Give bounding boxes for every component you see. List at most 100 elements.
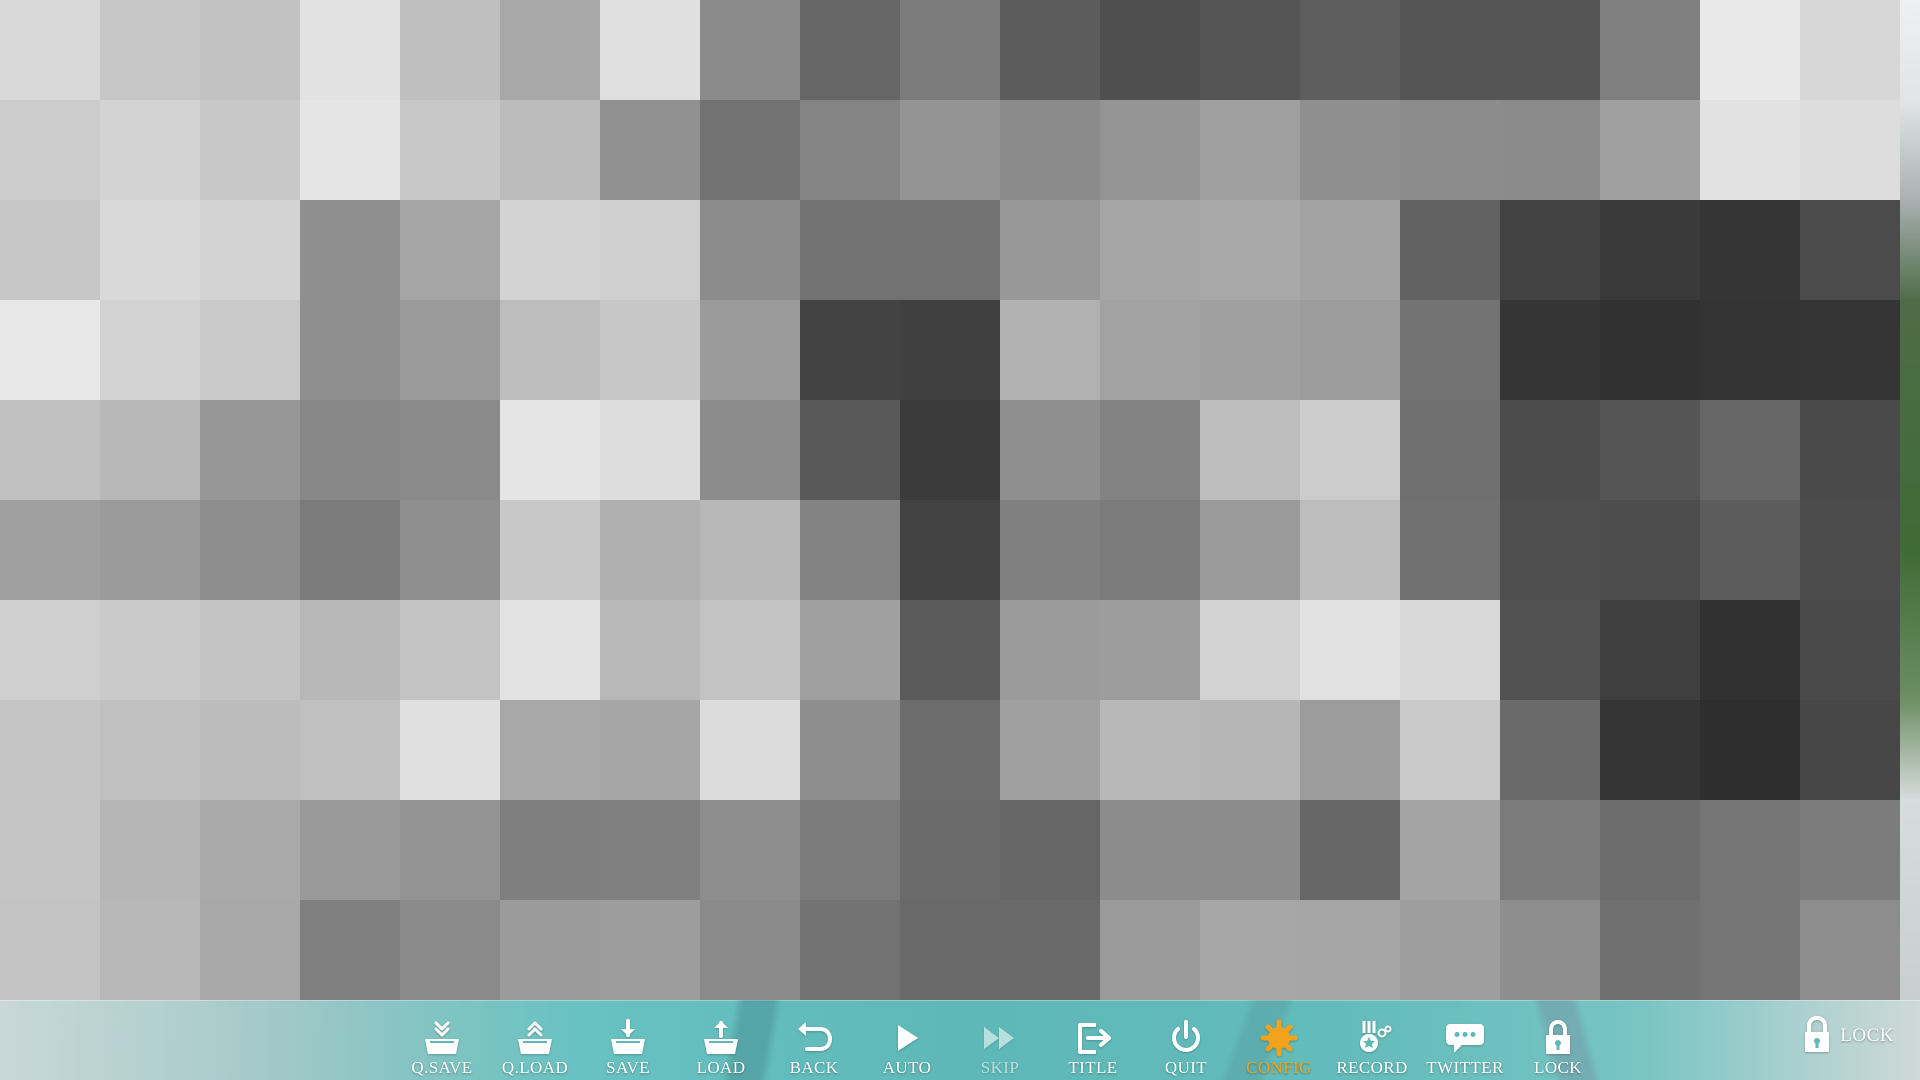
- mosaic-tile: [0, 400, 100, 500]
- mosaic-tile: [0, 300, 100, 400]
- mosaic-tile: [700, 600, 800, 700]
- mosaic-tile: [1700, 600, 1800, 700]
- mosaic-tile: [900, 500, 1000, 600]
- mosaic-tile: [400, 900, 500, 1000]
- mosaic-tile: [1100, 200, 1200, 300]
- mosaic-tile: [1400, 300, 1500, 400]
- mosaic-tile: [1600, 600, 1700, 700]
- qload-button[interactable]: Q.LOAD: [489, 1000, 581, 1080]
- record-button[interactable]: RECORD: [1326, 1000, 1418, 1080]
- mosaic-tile: [300, 900, 400, 1000]
- mosaic-tile: [300, 100, 400, 200]
- mosaic-tile: [1100, 900, 1200, 1000]
- mosaic-tile: [1100, 600, 1200, 700]
- record-label: RECORD: [1336, 1058, 1408, 1077]
- mosaic-tile: [1700, 200, 1800, 300]
- mosaic-tile: [200, 700, 300, 800]
- lock-icon: [1546, 1019, 1570, 1054]
- config-button[interactable]: CONFIG: [1233, 1000, 1325, 1080]
- mosaic-tile: [1200, 800, 1300, 900]
- load-button[interactable]: LOAD: [675, 1000, 767, 1080]
- mosaic-tile: [1800, 800, 1900, 900]
- skip-button[interactable]: SKIP: [954, 1000, 1046, 1080]
- mosaic-tile: [1800, 100, 1900, 200]
- mosaic-tile: [300, 400, 400, 500]
- mosaic-tile: [400, 100, 500, 200]
- quick-load-icon: [518, 1021, 552, 1054]
- mosaic-tile: [1700, 800, 1800, 900]
- mosaic-tile: [1500, 100, 1600, 200]
- qsave-button[interactable]: Q.SAVE: [396, 1000, 488, 1080]
- mosaic-tile: [1300, 800, 1400, 900]
- mosaic-tile: [200, 300, 300, 400]
- mosaic-tile: [1800, 700, 1900, 800]
- mosaic-tile: [700, 900, 800, 1000]
- mosaic-tile: [1100, 700, 1200, 800]
- auto-button[interactable]: AUTO: [861, 1000, 953, 1080]
- mosaic-tile: [100, 100, 200, 200]
- mosaic-tile: [1000, 200, 1100, 300]
- mosaic-tile: [1200, 400, 1300, 500]
- mosaic-tile: [1700, 0, 1800, 100]
- mosaic-tile: [1300, 200, 1400, 300]
- mosaic-tile: [1300, 700, 1400, 800]
- mosaic-tile: [1400, 0, 1500, 100]
- lock-icon: [1805, 1015, 1830, 1052]
- mosaic-tile: [600, 400, 700, 500]
- mosaic-tile: [100, 900, 200, 1000]
- mosaic-tile: [1400, 200, 1500, 300]
- quit-button[interactable]: QUIT: [1140, 1000, 1232, 1080]
- mosaic-tile: [1000, 400, 1100, 500]
- mosaic-tile: [400, 500, 500, 600]
- mosaic-tile: [500, 400, 600, 500]
- mosaic-tile: [800, 400, 900, 500]
- mosaic-tile: [500, 200, 600, 300]
- qload-label: Q.LOAD: [501, 1058, 569, 1077]
- mosaic-tile: [600, 200, 700, 300]
- title-button[interactable]: TITLE: [1047, 1000, 1139, 1080]
- quick-save-icon: [425, 1021, 459, 1054]
- load-icon: [704, 1021, 738, 1054]
- mosaic-tile: [500, 100, 600, 200]
- back-button[interactable]: BACK: [768, 1000, 860, 1080]
- mosaic-tile: [1500, 700, 1600, 800]
- mosaic-tile: [500, 700, 600, 800]
- skip-label: SKIP: [980, 1058, 1020, 1077]
- mosaic-tile: [500, 800, 600, 900]
- mosaic-tile: [1800, 0, 1900, 100]
- mosaic-tile: [200, 100, 300, 200]
- mosaic-tile: [600, 900, 700, 1000]
- mosaic-tile: [700, 700, 800, 800]
- mosaic-tile: [1000, 0, 1100, 100]
- mosaic-tile: [1700, 700, 1800, 800]
- mosaic-tile: [0, 900, 100, 1000]
- mosaic-tile: [1400, 700, 1500, 800]
- mosaic-tile: [400, 200, 500, 300]
- mosaic-tile: [1400, 900, 1500, 1000]
- background-scene-edge: [1900, 0, 1920, 1000]
- quit-label: QUIT: [1164, 1058, 1208, 1077]
- mosaic-tile: [900, 800, 1000, 900]
- lock-label: LOCK: [1534, 1058, 1582, 1077]
- mosaic-tile: [1000, 600, 1100, 700]
- speech-bubble-icon: [1446, 1024, 1484, 1053]
- game-screen: Q.SAVE Q.LOAD SAVE LOAD BACK AUTO SKIP TITLE QUI…: [0, 0, 1920, 1080]
- mosaic-tile: [1100, 800, 1200, 900]
- mosaic-tile: [1000, 100, 1100, 200]
- mosaic-tile: [900, 400, 1000, 500]
- mosaic-tile: [1500, 400, 1600, 500]
- mosaic-tile: [200, 0, 300, 100]
- mosaic-tile: [100, 200, 200, 300]
- twitter-button[interactable]: TWITTER: [1419, 1000, 1511, 1080]
- lock-button[interactable]: LOCK: [1512, 1000, 1604, 1080]
- lock-corner-button[interactable]: LOCK: [1800, 1015, 1894, 1055]
- exit-to-title-icon: [1078, 1023, 1111, 1054]
- mosaic-tile: [1600, 300, 1700, 400]
- mosaic-tile: [1100, 500, 1200, 600]
- save-button[interactable]: SAVE: [582, 1000, 674, 1080]
- mosaic-tile: [300, 0, 400, 100]
- mosaic-tile: [100, 800, 200, 900]
- mosaic-tile: [200, 600, 300, 700]
- mosaic-tile: [1200, 300, 1300, 400]
- lock-corner-label: LOCK: [1840, 1024, 1894, 1046]
